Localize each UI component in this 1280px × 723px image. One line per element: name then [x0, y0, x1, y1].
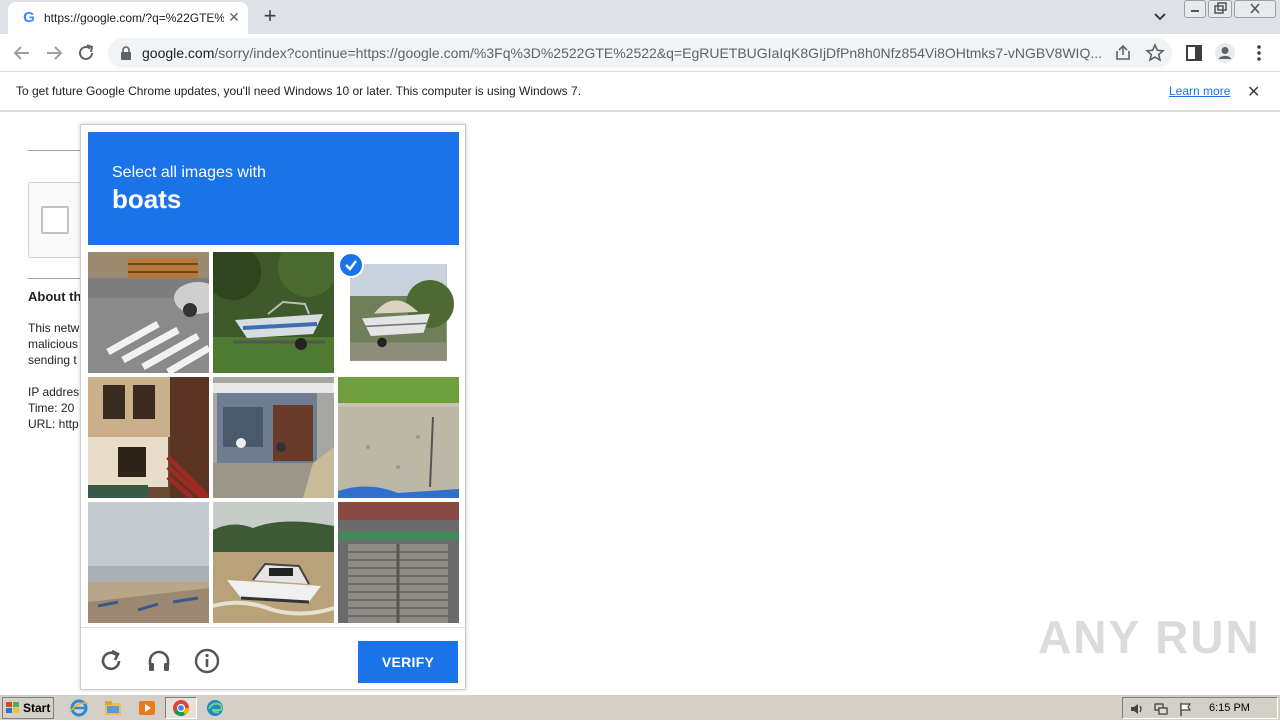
learn-more-link[interactable]: Learn more — [1169, 84, 1230, 98]
internet-explorer-icon[interactable] — [68, 698, 90, 718]
page-text-line: This netw — [28, 321, 80, 335]
tab-search-chevron-icon[interactable] — [1150, 8, 1170, 26]
tab-title: https://google.com/?q=%22GTE%2 — [44, 11, 224, 25]
challenge-footer: VERIFY — [81, 627, 465, 689]
verify-button[interactable]: VERIFY — [358, 641, 458, 683]
captcha-tile-covered-boat[interactable] — [338, 252, 459, 373]
about-heading: About th — [28, 289, 82, 304]
challenge-instruction: Select all images with — [112, 164, 266, 181]
chrome-icon — [173, 700, 189, 716]
media-player-icon[interactable] — [136, 698, 158, 718]
infobar-message: To get future Google Chrome updates, you… — [16, 84, 582, 98]
volume-icon[interactable] — [1129, 701, 1145, 717]
tab-strip: G https://google.com/?q=%22GTE%2 ✕ + — [0, 0, 1280, 34]
challenge-header: Select all images with boats — [88, 132, 459, 245]
new-tab-button[interactable]: + — [258, 5, 282, 29]
close-window-button[interactable] — [1234, 0, 1276, 18]
browser-toolbar: google.com/sorry/index?continue=https://… — [0, 34, 1280, 72]
windows-flag-icon — [6, 702, 19, 713]
edge-icon[interactable] — [204, 698, 226, 718]
update-infobar: To get future Google Chrome updates, you… — [0, 72, 1280, 112]
divider — [28, 150, 80, 151]
selected-check-icon — [338, 252, 364, 278]
captcha-tile-shuttered-store[interactable] — [338, 502, 459, 623]
reload-icon[interactable] — [74, 41, 98, 65]
action-center-flag-icon[interactable] — [1177, 701, 1193, 717]
taskbar: Start 6:15 PM — [0, 694, 1280, 720]
start-button[interactable]: Start — [2, 697, 54, 719]
forward-arrow-icon[interactable] — [42, 41, 66, 65]
page-text-line: URL: http — [28, 417, 79, 431]
chrome-taskbar-button[interactable] — [165, 697, 197, 719]
lock-icon[interactable] — [120, 46, 132, 60]
challenge-object: boats — [112, 184, 182, 214]
captcha-tile-street-crosswalk[interactable] — [88, 252, 209, 373]
page-text-line: Time: 20 — [28, 401, 75, 415]
address-bar[interactable]: google.com/sorry/index?continue=https://… — [108, 38, 1172, 68]
system-tray: 6:15 PM — [1122, 697, 1278, 719]
share-icon[interactable] — [1112, 42, 1134, 64]
audio-challenge-headphones-icon[interactable] — [146, 648, 172, 674]
recaptcha-checkbox[interactable] — [41, 206, 69, 234]
page-text-line: malicious — [28, 337, 79, 351]
profile-avatar-icon[interactable] — [1214, 42, 1236, 64]
page-text-line: sending t — [28, 353, 77, 367]
captcha-challenge: Select all images with boats VERIFY — [80, 124, 466, 690]
captcha-tile-beach[interactable] — [88, 502, 209, 623]
page-text-line: IP addres — [28, 385, 80, 399]
captcha-tile-house-porch[interactable] — [88, 377, 209, 498]
bookmark-star-icon[interactable] — [1144, 42, 1166, 64]
url-host: google.com — [142, 45, 215, 61]
clock: 6:15 PM — [1209, 702, 1250, 714]
url-text[interactable]: google.com/sorry/index?continue=https://… — [142, 45, 1102, 61]
captcha-tile-grass-road[interactable] — [338, 377, 459, 498]
network-icon[interactable] — [1153, 701, 1169, 717]
back-arrow-icon[interactable] — [10, 41, 34, 65]
captcha-tile-boat-on-trailer[interactable] — [213, 252, 334, 373]
anyrun-watermark: ANY RUN — [1038, 611, 1261, 663]
minimize-button[interactable] — [1184, 0, 1206, 18]
browser-tab[interactable]: G https://google.com/?q=%22GTE%2 ✕ — [8, 2, 248, 34]
captcha-tile-shop-front[interactable] — [213, 377, 334, 498]
info-icon[interactable] — [194, 648, 220, 674]
captcha-tile-speedboat-river[interactable] — [213, 502, 334, 623]
reload-challenge-icon[interactable] — [98, 648, 124, 674]
tab-close-icon[interactable]: ✕ — [226, 9, 242, 25]
menu-kebab-icon[interactable] — [1248, 42, 1270, 64]
infobar-close-icon[interactable]: ✕ — [1247, 82, 1260, 102]
recaptcha-widget — [28, 182, 88, 258]
start-label: Start — [23, 701, 51, 715]
google-favicon-icon: G — [23, 9, 35, 26]
file-explorer-icon[interactable] — [102, 698, 124, 718]
url-path: /sorry/index?continue=https://google.com… — [214, 45, 1102, 61]
divider — [28, 278, 80, 279]
side-panel-icon[interactable] — [1183, 42, 1205, 64]
restore-button[interactable] — [1208, 0, 1232, 18]
